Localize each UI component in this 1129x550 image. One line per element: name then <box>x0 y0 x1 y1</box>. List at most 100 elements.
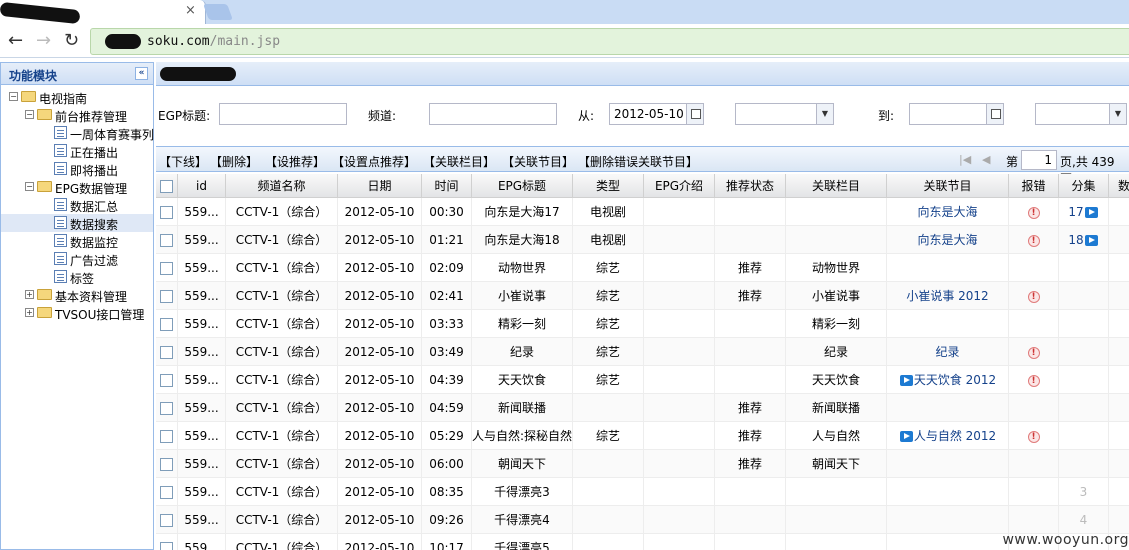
error-report-icon[interactable]: ! <box>1027 290 1040 303</box>
row-checkbox[interactable] <box>160 346 173 359</box>
cell-cb[interactable] <box>156 506 178 534</box>
table-row[interactable]: 559... CCTV-1（综合） 2012-05-10 04:59 新闻联播 推荐 新闻联… <box>156 394 1129 422</box>
play-icon[interactable] <box>899 375 913 386</box>
tree-node[interactable]: 正在播出 <box>1 142 153 160</box>
collapse-icon[interactable]: − <box>9 92 18 101</box>
error-report-icon[interactable]: ! <box>1027 430 1040 443</box>
row-checkbox[interactable] <box>160 290 173 303</box>
row-checkbox[interactable] <box>160 430 173 443</box>
col-rec-status[interactable]: 推荐状态 <box>715 174 786 198</box>
col-error-report[interactable]: 报错 <box>1009 174 1059 198</box>
cell-cb[interactable] <box>156 226 178 254</box>
play-icon[interactable] <box>1084 207 1098 218</box>
table-row[interactable]: 559... CCTV-1（综合） 2012-05-10 02:41 小崔说事 综艺 推荐小… <box>156 282 1129 310</box>
col-date[interactable]: 日期 <box>338 174 422 198</box>
from-time-select[interactable]: ▼ <box>735 103 834 125</box>
reload-icon[interactable]: ↻ <box>64 30 79 51</box>
expand-icon[interactable]: + <box>25 308 34 317</box>
table-row[interactable]: 559... CCTV-1（综合） 2012-05-10 10:17 千得漂亮5 <box>156 534 1129 550</box>
table-row[interactable]: 559... CCTV-1（综合） 2012-05-10 00:30 向东是大海17 电视… <box>156 198 1129 226</box>
cell-cb[interactable] <box>156 450 178 478</box>
table-row[interactable]: 559... CCTV-1（综合） 2012-05-10 05:29 人与自然:探秘自然… <box>156 422 1129 450</box>
col-epg-intro[interactable]: EPG介绍 <box>644 174 715 198</box>
delete-wrong-link-button[interactable]: 【删除错误关联节目】 <box>578 153 698 170</box>
collapse-panel-icon[interactable]: « <box>135 67 148 80</box>
browser-tab[interactable]: × <box>0 0 206 25</box>
chevron-down-icon[interactable]: ▼ <box>1109 104 1126 124</box>
row-checkbox[interactable] <box>160 318 173 331</box>
col-channel[interactable]: 频道名称 <box>226 174 338 198</box>
episode-number[interactable]: 18 <box>1068 233 1083 247</box>
set-recommend-button[interactable]: 【设推荐】 <box>265 153 325 170</box>
col-episode[interactable]: 分集 <box>1059 174 1109 198</box>
tree-node[interactable]: − 前台推荐管理 <box>1 106 153 124</box>
linked-program-link[interactable]: 纪录 <box>935 345 959 359</box>
offline-button[interactable]: 【下线】 <box>159 153 207 170</box>
linked-program-link[interactable]: 向东是大海 <box>917 233 977 247</box>
cell-cb[interactable] <box>156 282 178 310</box>
row-checkbox[interactable] <box>160 514 173 527</box>
table-row[interactable]: 559... CCTV-1（综合） 2012-05-10 08:35 千得漂亮3 3 <box>156 478 1129 506</box>
linked-program-link[interactable]: 人与自然 2012 <box>914 429 996 443</box>
tree-node[interactable]: + 基本资料管理 <box>1 286 153 304</box>
prev-page-icon[interactable]: ◀ <box>982 153 990 166</box>
cell-cb[interactable] <box>156 310 178 338</box>
table-row[interactable]: 559... CCTV-1（综合） 2012-05-10 06:00 朝闻天下 推荐 朝闻天… <box>156 450 1129 478</box>
tree-node[interactable]: 数据搜索 <box>1 214 153 232</box>
col-linked-column[interactable]: 关联栏目 <box>786 174 887 198</box>
episode-number[interactable]: 3 <box>1080 485 1088 499</box>
table-row[interactable]: 559... CCTV-1（综合） 2012-05-10 04:39 天天饮食 综艺 天天饮… <box>156 366 1129 394</box>
episode-number[interactable]: 4 <box>1080 513 1088 527</box>
linked-program-link[interactable]: 向东是大海 <box>917 205 977 219</box>
row-checkbox[interactable] <box>160 486 173 499</box>
cell-cb[interactable] <box>156 394 178 422</box>
link-column-button[interactable]: 【关联栏目】 <box>423 153 495 170</box>
collapse-icon[interactable]: − <box>25 110 34 119</box>
tree-node[interactable]: 广告过滤 <box>1 250 153 268</box>
table-row[interactable]: 559... CCTV-1（综合） 2012-05-10 03:33 精彩一刻 综艺 精彩一… <box>156 310 1129 338</box>
select-all-checkbox[interactable] <box>160 180 173 193</box>
tree-node[interactable]: 数据汇总 <box>1 196 153 214</box>
tree-node[interactable]: 标签 <box>1 268 153 286</box>
tree-node[interactable]: 即将播出 <box>1 160 153 178</box>
episode-number[interactable]: 17 <box>1068 205 1083 219</box>
row-checkbox[interactable] <box>160 458 173 471</box>
select-all-checkbox-cell[interactable] <box>156 174 178 198</box>
col-type[interactable]: 类型 <box>573 174 644 198</box>
row-checkbox[interactable] <box>160 542 173 550</box>
error-report-icon[interactable]: ! <box>1027 346 1040 359</box>
address-bar[interactable]: soku.com/main.jsp <box>90 28 1129 55</box>
page-number-input[interactable]: 1 <box>1021 150 1057 170</box>
linked-program-link[interactable]: 小崔说事 2012 <box>906 289 988 303</box>
row-checkbox[interactable] <box>160 262 173 275</box>
col-time[interactable]: 时间 <box>422 174 472 198</box>
table-row[interactable]: 559... CCTV-1（综合） 2012-05-10 01:21 向东是大海18 电视… <box>156 226 1129 254</box>
col-linked-program[interactable]: 关联节目 <box>887 174 1009 198</box>
table-row[interactable]: 559... CCTV-1（综合） 2012-05-10 02:09 动物世界 综艺 推荐动… <box>156 254 1129 282</box>
tree-node[interactable]: − 电视指南 <box>1 88 153 106</box>
collapse-icon[interactable]: − <box>25 182 34 191</box>
col-id[interactable]: id <box>178 174 226 198</box>
row-checkbox[interactable] <box>160 402 173 415</box>
back-arrow-icon[interactable]: ← <box>8 30 23 51</box>
row-checkbox[interactable] <box>160 206 173 219</box>
calendar-icon[interactable] <box>686 104 703 124</box>
link-program-button[interactable]: 【关联节目】 <box>502 153 574 170</box>
cell-cb[interactable] <box>156 198 178 226</box>
to-date-input[interactable] <box>909 103 1004 125</box>
channel-input[interactable] <box>429 103 557 125</box>
close-tab-icon[interactable]: × <box>185 3 196 18</box>
error-report-icon[interactable]: ! <box>1027 374 1040 387</box>
cell-cb[interactable] <box>156 534 178 550</box>
expand-icon[interactable]: + <box>25 290 34 299</box>
chevron-down-icon[interactable]: ▼ <box>816 104 833 124</box>
col-epg-title[interactable]: EPG标题 <box>472 174 573 198</box>
cell-cb[interactable] <box>156 366 178 394</box>
cell-cb[interactable] <box>156 254 178 282</box>
new-tab-button[interactable] <box>203 4 233 20</box>
delete-button[interactable]: 【删除】 <box>210 153 258 170</box>
from-date-input[interactable]: 2012-05-10 <box>609 103 704 125</box>
table-row[interactable]: 559... CCTV-1（综合） 2012-05-10 09:26 千得漂亮4 4 <box>156 506 1129 534</box>
tree-node[interactable]: − EPG数据管理 <box>1 178 153 196</box>
row-checkbox[interactable] <box>160 374 173 387</box>
